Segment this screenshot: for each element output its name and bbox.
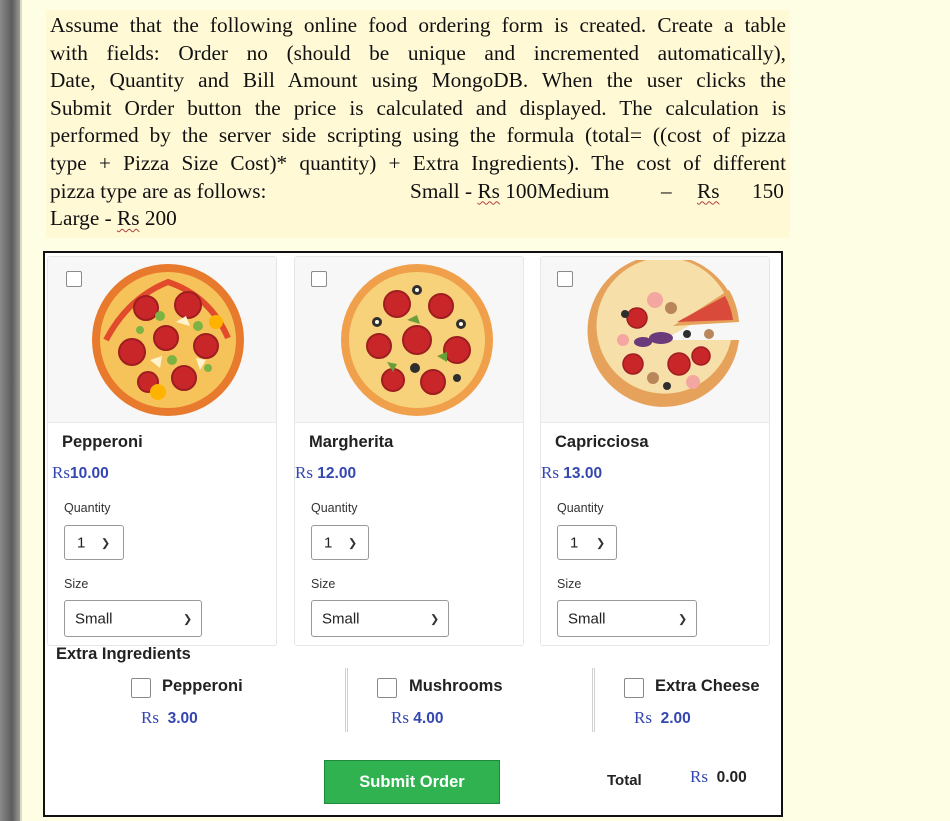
question-line-7-medium-currency: Rs bbox=[697, 178, 720, 203]
quantity-value: 1 bbox=[324, 534, 333, 551]
ingredient-checkbox-pepperoni[interactable] bbox=[131, 678, 151, 698]
pizza-select-checkbox[interactable] bbox=[311, 271, 327, 287]
chevron-down-icon: ❯ bbox=[183, 613, 193, 625]
pizza-price: Rs 12.00 bbox=[295, 463, 356, 483]
question-line-7-medium-price: 150 bbox=[752, 178, 784, 203]
ingredient-price-currency: Rs bbox=[634, 708, 652, 727]
ingredient-price: Rs 3.00 bbox=[141, 708, 198, 728]
extra-ingredients-title: Extra Ingredients bbox=[56, 645, 191, 663]
pizza-select-checkbox[interactable] bbox=[557, 271, 573, 287]
pizza-name: Capricciosa bbox=[555, 433, 649, 451]
ingredient-checkbox-extra-cheese[interactable] bbox=[624, 678, 644, 698]
capricciosa-pizza-image bbox=[587, 260, 739, 407]
chevron-down-icon: ❯ bbox=[430, 613, 440, 625]
total-label: Total bbox=[607, 772, 642, 789]
pizza-price-currency: Rs bbox=[52, 463, 70, 482]
ingredient-name: Mushrooms bbox=[409, 677, 503, 695]
chevron-down-icon: ❯ bbox=[101, 537, 111, 549]
submit-order-button[interactable]: Submit Order bbox=[324, 760, 500, 804]
pizza-price-value: 10.00 bbox=[69, 465, 109, 482]
size-value: Small bbox=[75, 610, 113, 627]
size-label: Size bbox=[64, 577, 89, 591]
total-currency: Rs bbox=[690, 767, 708, 786]
chevron-down-icon: ❯ bbox=[678, 613, 688, 625]
total-value: Rs 0.00 bbox=[690, 767, 747, 787]
ingredient-price-currency: Rs bbox=[391, 708, 409, 727]
pizza-card-margherita: Margherita Rs 12.00 Quantity 1 ❯ Size Sm… bbox=[294, 256, 524, 646]
ingredient-checkbox-mushrooms[interactable] bbox=[377, 678, 397, 698]
size-select[interactable]: Small ❯ bbox=[557, 600, 697, 637]
ingredient-name: Pepperoni bbox=[162, 677, 243, 695]
question-line-7-intro: pizza type are as follows: bbox=[50, 178, 267, 203]
pizza-name: Pepperoni bbox=[62, 433, 143, 451]
quantity-label: Quantity bbox=[64, 501, 111, 515]
total-amount: 0.00 bbox=[716, 769, 747, 786]
quantity-select[interactable]: 1 ❯ bbox=[64, 525, 124, 560]
pizza-name: Margherita bbox=[309, 433, 394, 451]
quantity-value: 1 bbox=[77, 534, 86, 551]
quantity-select[interactable]: 1 ❯ bbox=[311, 525, 369, 560]
pizza-card-pepperoni: Pepperoni Rs10.00 Quantity 1 ❯ Size Smal… bbox=[47, 256, 277, 646]
question-line-5: performed by the server side scripting u… bbox=[50, 123, 786, 148]
question-line-7-small-price: Small - Rs 100Medium bbox=[410, 178, 610, 203]
ingredient-price-value: 3.00 bbox=[167, 710, 198, 727]
size-select[interactable]: Small ❯ bbox=[64, 600, 202, 637]
window-left-border-edge bbox=[20, 0, 22, 821]
pizza-price-value: 13.00 bbox=[558, 465, 603, 482]
question-line-7-dash: – bbox=[661, 178, 672, 203]
ingredient-price-value: 2.00 bbox=[660, 710, 691, 727]
quantity-label: Quantity bbox=[557, 501, 604, 515]
margherita-pizza-image bbox=[341, 264, 493, 416]
ingredient-price: Rs 2.00 bbox=[634, 708, 691, 728]
pizza-price-value: 12.00 bbox=[312, 465, 357, 482]
question-line-3: Date, Quantity and Bill Amount using Mon… bbox=[50, 68, 786, 93]
pizza-price-currency: Rs bbox=[295, 463, 313, 482]
question-line-1: Assume that the following online food or… bbox=[50, 13, 786, 37]
window-left-border bbox=[0, 0, 20, 821]
ingredient-price: Rs 4.00 bbox=[391, 708, 443, 728]
quantity-value: 1 bbox=[570, 534, 579, 551]
ingredient-name: Extra Cheese bbox=[655, 677, 760, 695]
ingredient-divider bbox=[345, 668, 348, 732]
pizza-price-currency: Rs bbox=[541, 463, 559, 482]
question-line-2: with fields: Order no (should be unique … bbox=[50, 40, 786, 65]
size-value: Small bbox=[568, 610, 606, 627]
size-select[interactable]: Small ❯ bbox=[311, 600, 449, 637]
pepperoni-pizza-image bbox=[92, 264, 244, 416]
pizza-order-form: Pepperoni Rs10.00 Quantity 1 ❯ Size Smal… bbox=[43, 251, 783, 817]
ingredient-price-value: 4.00 bbox=[413, 710, 444, 727]
pizza-price: Rs10.00 bbox=[52, 463, 109, 483]
quantity-label: Quantity bbox=[311, 501, 358, 515]
question-line-7: pizza type are as follows: Small - Rs 10… bbox=[50, 178, 786, 206]
question-line-6: type + Pizza Size Cost)* quantity) + Ext… bbox=[50, 150, 786, 175]
ingredient-divider bbox=[592, 668, 595, 732]
question-text-block: Assume that the following online food or… bbox=[46, 10, 790, 238]
size-value: Small bbox=[322, 610, 360, 627]
chevron-down-icon: ❯ bbox=[348, 537, 358, 549]
pizza-select-checkbox[interactable] bbox=[66, 271, 82, 287]
question-line-4: Submit Order button the price is calcula… bbox=[50, 95, 786, 120]
ingredient-price-currency: Rs bbox=[141, 708, 159, 727]
pizza-price: Rs 13.00 bbox=[541, 463, 602, 483]
pizza-card-capricciosa: Capricciosa Rs 13.00 Quantity 1 ❯ Size S… bbox=[540, 256, 770, 646]
quantity-select[interactable]: 1 ❯ bbox=[557, 525, 617, 560]
question-line-8: Large - Rs 200 bbox=[50, 206, 177, 231]
size-label: Size bbox=[557, 577, 582, 591]
size-label: Size bbox=[311, 577, 336, 591]
chevron-down-icon: ❯ bbox=[596, 537, 606, 549]
